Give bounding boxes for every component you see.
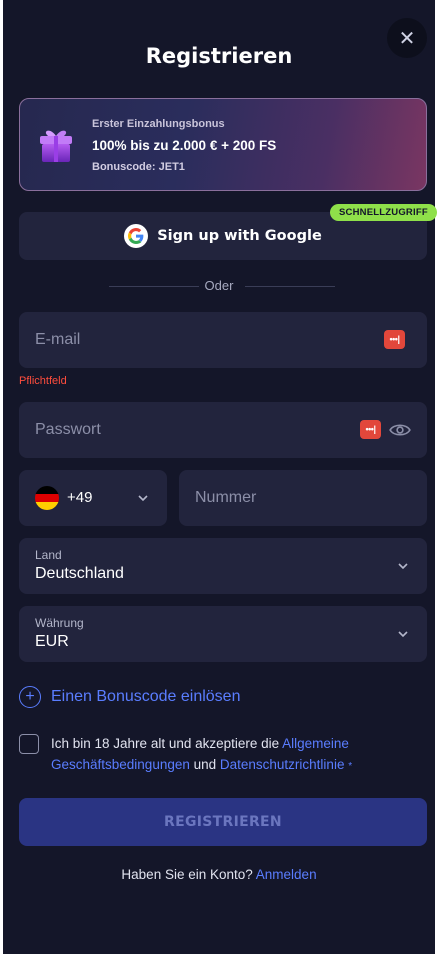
page-title: Registrieren [145, 44, 293, 68]
password-manager-icon[interactable]: •••| [360, 420, 381, 439]
terms-middle: und [189, 757, 220, 772]
login-prompt: Haben Sie ein Konto? Anmelden [3, 867, 435, 882]
country-select[interactable]: Land Deutschland [19, 538, 427, 594]
germany-flag-icon [35, 486, 59, 510]
country-label: Land [35, 548, 62, 562]
country-code-value: +49 [67, 489, 93, 506]
login-prompt-text: Haben Sie ein Konto? [121, 867, 256, 882]
redeem-bonus-code-link[interactable]: + Einen Bonuscode einlösen [19, 686, 240, 708]
chevron-down-icon [398, 631, 408, 638]
terms-checkbox[interactable] [19, 734, 39, 754]
registration-screen: ✕ Registrieren Erster Einzahlungsbonus 1… [3, 0, 437, 954]
currency-label: Währung [35, 616, 84, 630]
required-mark: * [348, 761, 353, 772]
privacy-link[interactable]: Datenschutzrichtlinie [220, 757, 345, 772]
bonus-title: Erster Einzahlungsbonus [92, 118, 225, 130]
gift-icon [40, 130, 72, 162]
bonus-code: Bonuscode: JET1 [92, 161, 185, 173]
country-code-select[interactable]: +49 [19, 470, 167, 526]
terms-text: Ich bin 18 Jahre alt und akzeptiere die … [51, 733, 421, 777]
password-field[interactable]: Passwort •••| [19, 402, 427, 458]
google-signup-label: Sign up with Google [157, 228, 322, 244]
email-error: Pflichtfeld [19, 375, 67, 387]
phone-number-field[interactable]: Nummer [179, 470, 427, 526]
email-placeholder: E-mail [35, 331, 81, 348]
country-value: Deutschland [35, 565, 124, 582]
redeem-bonus-code-label: Einen Bonuscode einlösen [51, 688, 241, 705]
eye-icon[interactable] [389, 421, 411, 439]
email-field[interactable]: E-mail •••| [19, 312, 427, 368]
register-button[interactable]: REGISTRIEREN [19, 798, 427, 846]
plus-circle-icon: + [19, 686, 41, 708]
password-manager-icon[interactable]: •••| [384, 330, 405, 349]
bonus-card: Erster Einzahlungsbonus 100% bis zu 2.00… [19, 98, 427, 191]
quick-access-badge: SCHNELLZUGRIFF [330, 204, 437, 221]
password-placeholder: Passwort [35, 421, 101, 438]
chevron-down-icon [398, 563, 408, 570]
terms-prefix: Ich bin 18 Jahre alt und akzeptiere die [51, 736, 283, 751]
currency-value: EUR [35, 633, 69, 650]
currency-select[interactable]: Währung EUR [19, 606, 427, 662]
google-icon [124, 224, 149, 248]
chevron-down-icon [138, 495, 148, 502]
bonus-offer: 100% bis zu 2.000 € + 200 FS [92, 138, 277, 153]
divider-text: Oder [204, 278, 234, 293]
phone-number-placeholder: Nummer [195, 489, 257, 506]
login-link[interactable]: Anmelden [256, 867, 317, 882]
